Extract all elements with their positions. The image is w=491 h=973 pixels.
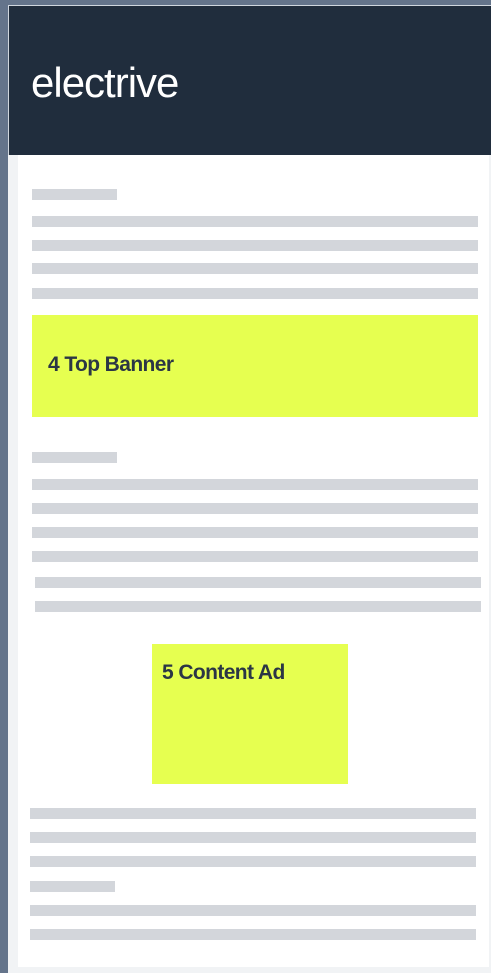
placeholder-text-line <box>32 288 478 299</box>
placeholder-heading-line <box>32 189 117 200</box>
placeholder-text-line <box>30 832 476 843</box>
placeholder-heading-line <box>32 452 117 463</box>
top-banner-ad[interactable]: 4 Top Banner <box>32 315 478 417</box>
placeholder-text-line <box>32 527 478 538</box>
page-frame: electrive 4 Top Banner 5 Content Ad <box>8 5 491 973</box>
content-ad-label: 5 Content Ad <box>162 661 285 684</box>
top-banner-label: 4 Top Banner <box>48 353 174 376</box>
placeholder-text-line <box>32 551 478 562</box>
placeholder-text-line <box>30 808 476 819</box>
placeholder-text-line <box>30 881 115 892</box>
placeholder-text-line <box>32 479 478 490</box>
placeholder-text-line <box>30 856 476 867</box>
placeholder-text-line <box>32 263 478 274</box>
placeholder-text-line <box>32 240 478 251</box>
placeholder-text-line <box>32 503 478 514</box>
article-content: 4 Top Banner 5 Content Ad <box>18 155 489 967</box>
placeholder-text-line <box>30 929 476 940</box>
content-ad[interactable]: 5 Content Ad <box>152 644 348 784</box>
site-logo[interactable]: electrive <box>31 58 179 108</box>
placeholder-text-line <box>35 577 481 588</box>
placeholder-text-line <box>32 216 478 227</box>
placeholder-text-line <box>35 601 481 612</box>
site-header: electrive <box>8 5 491 155</box>
placeholder-text-line <box>30 905 476 916</box>
